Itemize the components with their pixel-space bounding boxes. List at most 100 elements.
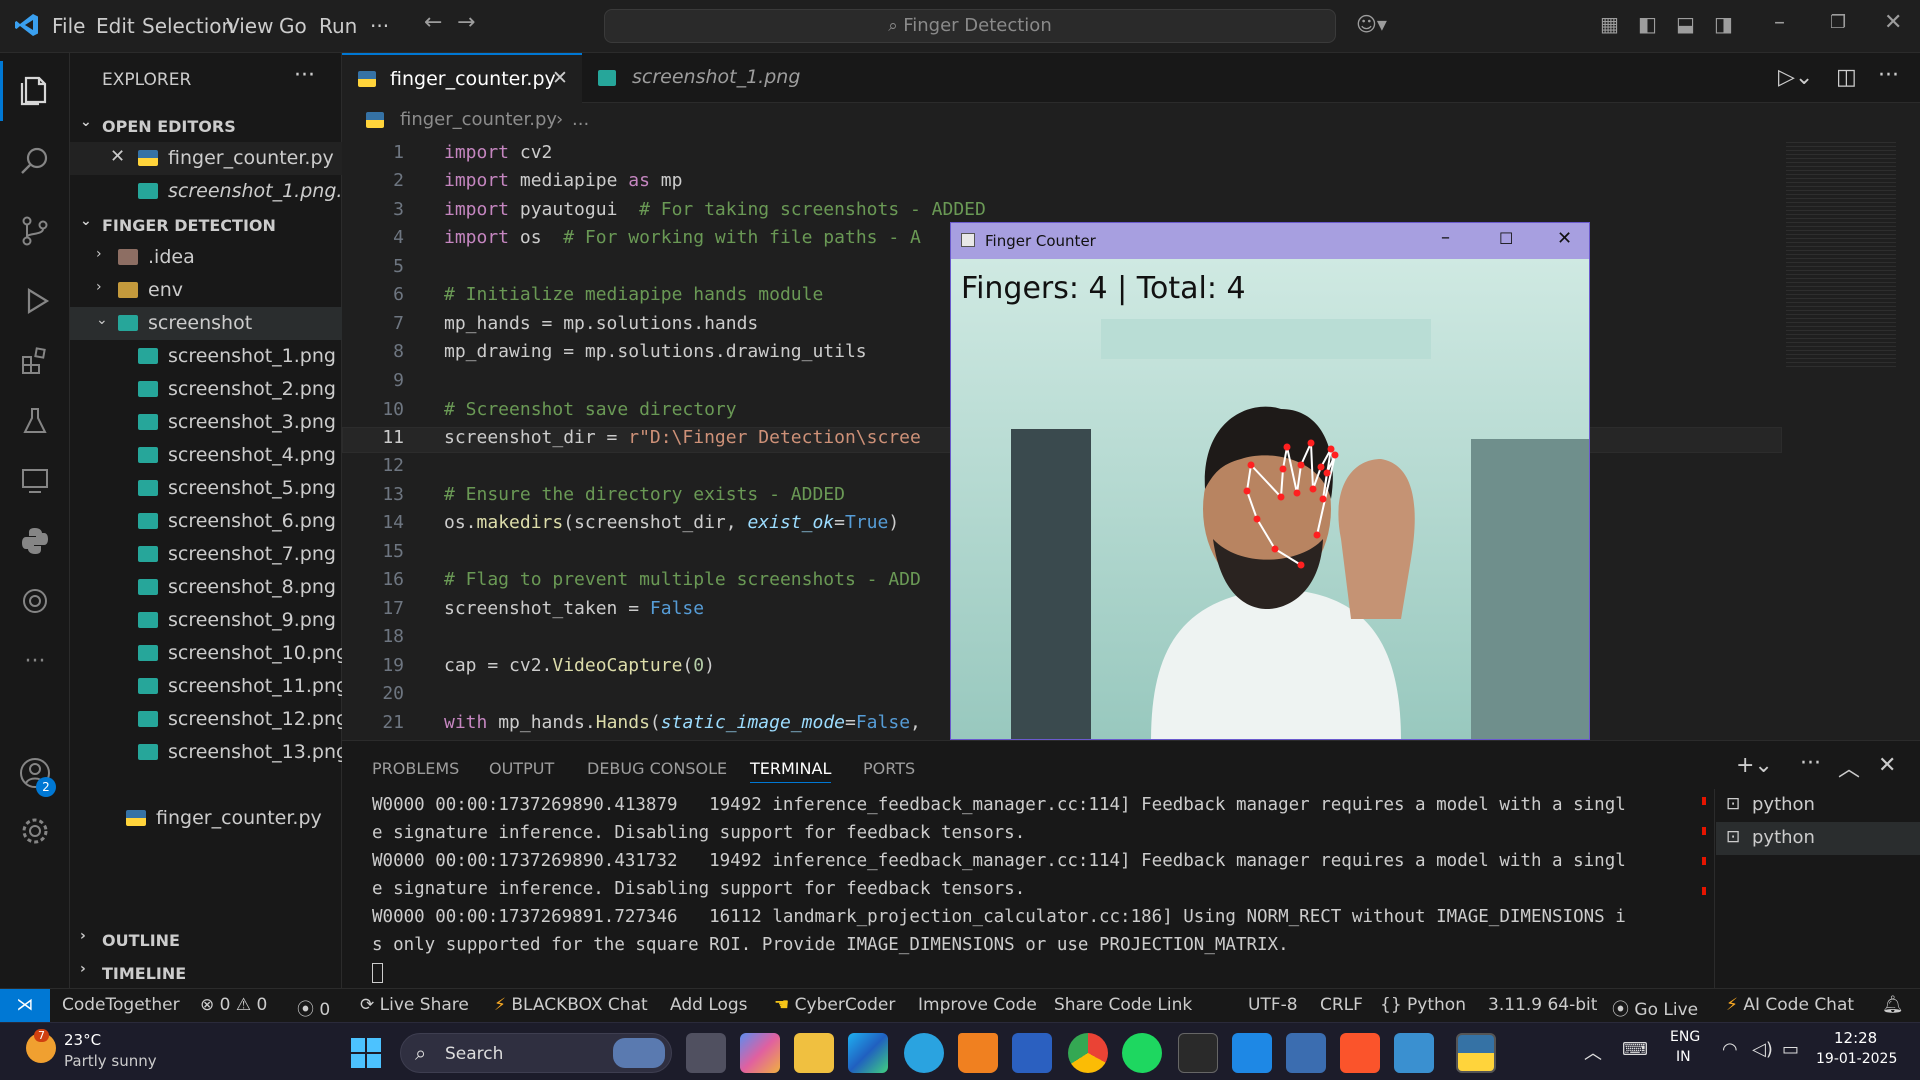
problems-status[interactable]: ⊗ 0 ⚠ 0 xyxy=(200,995,267,1015)
code-line[interactable]: # Initialize mediapipe hands module xyxy=(444,284,823,305)
run-debug-icon[interactable] xyxy=(0,271,70,331)
code-line[interactable]: with mp_hands.Hands(static_image_mode=Fa… xyxy=(444,712,921,733)
camera-window-titlebar[interactable]: Finger Counter – ☐ ✕ xyxy=(951,223,1589,259)
battery-icon[interactable]: ▭ xyxy=(1782,1039,1799,1060)
add-logs-item[interactable]: Add Logs xyxy=(670,995,748,1015)
timeline-section[interactable]: › TIMELINE xyxy=(70,956,342,989)
blackbox-item[interactable]: ⚡ BLACKBOX Chat xyxy=(494,995,648,1015)
terminal-instance[interactable]: ⊡ python xyxy=(1716,789,1920,822)
remote-explorer-icon[interactable] xyxy=(0,451,70,511)
python-icon[interactable] xyxy=(0,511,70,571)
screenshot-file-item[interactable]: screenshot_5.png xyxy=(70,472,342,505)
folder-section[interactable]: ⌄ FINGER DETECTION xyxy=(70,208,342,241)
search-icon[interactable] xyxy=(0,131,70,191)
menu-run[interactable]: Run xyxy=(319,14,357,38)
tab-problems[interactable]: PROBLEMS xyxy=(372,759,459,778)
chrome-icon[interactable] xyxy=(1068,1033,1108,1073)
menu-selection[interactable]: Selection xyxy=(142,14,234,38)
open-editors-section[interactable]: ⌄ OPEN EDITORS xyxy=(70,109,342,142)
language-indicator[interactable]: ENG xyxy=(1670,1029,1700,1045)
menu-more[interactable]: ··· xyxy=(370,14,389,38)
root-file-item[interactable]: finger_counter.py xyxy=(70,802,342,835)
code-line[interactable]: import mediapipe as mp xyxy=(444,170,682,191)
code-line[interactable]: screenshot_taken = False xyxy=(444,598,704,619)
brave-browser-icon[interactable] xyxy=(1340,1033,1380,1073)
codetogether-item[interactable]: CodeTogether xyxy=(62,995,180,1015)
live-share-item[interactable]: ⟳ Live Share xyxy=(360,995,469,1015)
volume-icon[interactable]: ◁) xyxy=(1752,1039,1773,1060)
testing-flask-icon[interactable] xyxy=(0,391,70,451)
close-icon[interactable]: ✕ xyxy=(110,146,125,167)
telegram-icon[interactable] xyxy=(904,1033,944,1073)
screenshot-file-item[interactable]: screenshot_6.png xyxy=(70,505,342,538)
task-view-icon[interactable] xyxy=(686,1033,726,1073)
improve-code-item[interactable]: Improve Code xyxy=(918,995,1037,1015)
manage-gear-icon[interactable] xyxy=(0,801,70,861)
source-control-icon[interactable] xyxy=(0,201,70,261)
language-mode-item[interactable]: {} Python xyxy=(1380,995,1466,1015)
screenshot-file-item[interactable]: screenshot_8.png xyxy=(70,571,342,604)
share-code-link-item[interactable]: Share Code Link xyxy=(1054,995,1192,1015)
remote-indicator-icon[interactable]: ⋊ xyxy=(0,989,50,1023)
weather-temp[interactable]: 23°C xyxy=(64,1031,101,1049)
tab-finger-counter[interactable]: finger_counter.py ✕ xyxy=(342,53,582,103)
screenshot-file-item[interactable]: screenshot_13.png xyxy=(70,736,348,769)
screenshot-file-item[interactable]: screenshot_7.png xyxy=(70,538,342,571)
wifi-icon[interactable]: ◠ xyxy=(1722,1039,1738,1060)
menu-file[interactable]: File xyxy=(52,14,85,38)
camera-minimize-icon[interactable]: – xyxy=(1441,227,1450,248)
minimap[interactable] xyxy=(1786,139,1896,369)
openai-chat-icon[interactable] xyxy=(0,571,70,631)
tab-output[interactable]: OUTPUT xyxy=(489,759,554,778)
close-panel-icon[interactable]: ✕ xyxy=(1878,753,1896,778)
forward-arrow-icon[interactable]: → xyxy=(457,10,475,35)
go-live-item[interactable]: ⦿ Go Live xyxy=(1612,995,1698,1020)
spotify-icon[interactable] xyxy=(1122,1033,1162,1073)
code-line[interactable]: screenshot_dir = r"D:\Finger Detection\s… xyxy=(444,427,921,448)
code-line[interactable]: import os # For working with file paths … xyxy=(444,227,921,248)
keyboard-icon[interactable]: ⌨ xyxy=(1622,1039,1648,1060)
camera-maximize-icon[interactable]: ☐ xyxy=(1499,229,1513,248)
close-tab-icon[interactable]: ✕ xyxy=(552,67,568,89)
toggle-panel-icon[interactable]: ⬓ xyxy=(1676,12,1695,36)
copilot-icon[interactable]: ☺▾ xyxy=(1356,12,1387,36)
menu-view[interactable]: View xyxy=(226,14,273,38)
ports-status[interactable]: ⦿ 0 xyxy=(297,995,330,1020)
code-line[interactable]: mp_hands = mp.solutions.hands xyxy=(444,313,758,334)
toggle-sidebar-icon[interactable]: ◧ xyxy=(1638,12,1657,36)
region-indicator[interactable]: IN xyxy=(1676,1049,1691,1065)
weather-desc[interactable]: Partly sunny xyxy=(64,1052,157,1070)
folder-idea[interactable]: › .idea xyxy=(70,241,342,274)
panel-more-icon[interactable]: ··· xyxy=(1800,751,1821,776)
more-views-icon[interactable]: ··· xyxy=(0,631,70,691)
code-line[interactable]: # Flag to prevent multiple screenshots -… xyxy=(444,569,921,590)
open-editor-item[interactable]: screenshot_1.png... xyxy=(70,175,355,208)
camera-close-icon[interactable]: ✕ xyxy=(1557,228,1572,249)
menu-go[interactable]: Go xyxy=(279,14,307,38)
clock-time[interactable]: 12:28 xyxy=(1834,1029,1877,1047)
python-app-icon[interactable] xyxy=(1456,1033,1496,1073)
tab-terminal[interactable]: TERMINAL xyxy=(750,759,832,783)
breadcrumb-more[interactable]: ... xyxy=(572,109,589,130)
toggle-secondary-sidebar-icon[interactable]: ◨ xyxy=(1714,12,1733,36)
close-window-icon[interactable]: ✕ xyxy=(1884,10,1902,35)
minimize-window-icon[interactable]: – xyxy=(1774,10,1785,35)
notifications-bell-icon[interactable]: 🔔︎ xyxy=(1882,995,1904,1015)
restore-window-icon[interactable]: ❐ xyxy=(1830,12,1846,33)
terminal-app-icon[interactable] xyxy=(1178,1033,1218,1073)
clock-date[interactable]: 19-01-2025 xyxy=(1816,1051,1897,1067)
encoding-item[interactable]: UTF-8 xyxy=(1248,995,1298,1015)
photos-app-icon[interactable] xyxy=(1394,1033,1434,1073)
customize-layout-icon[interactable]: ▦ xyxy=(1600,12,1619,36)
code-line[interactable]: # Screenshot save directory xyxy=(444,399,737,420)
back-arrow-icon[interactable]: ← xyxy=(424,10,442,35)
run-file-icon[interactable]: ▷⌄ xyxy=(1778,65,1813,90)
extensions-icon[interactable] xyxy=(0,331,70,391)
screenshot-file-item[interactable]: screenshot_11.png xyxy=(70,670,348,703)
code-line[interactable]: mp_drawing = mp.solutions.drawing_utils xyxy=(444,341,867,362)
finger-counter-window[interactable]: Finger Counter – ☐ ✕ Fingers: 4 | Total:… xyxy=(950,222,1590,740)
code-line[interactable]: os.makedirs(screenshot_dir, exist_ok=Tru… xyxy=(444,512,899,533)
screenshot-file-item[interactable]: screenshot_2.png xyxy=(70,373,342,406)
tray-chevron-icon[interactable]: ︿ xyxy=(1584,1039,1602,1065)
explorer-icon[interactable] xyxy=(0,61,70,121)
